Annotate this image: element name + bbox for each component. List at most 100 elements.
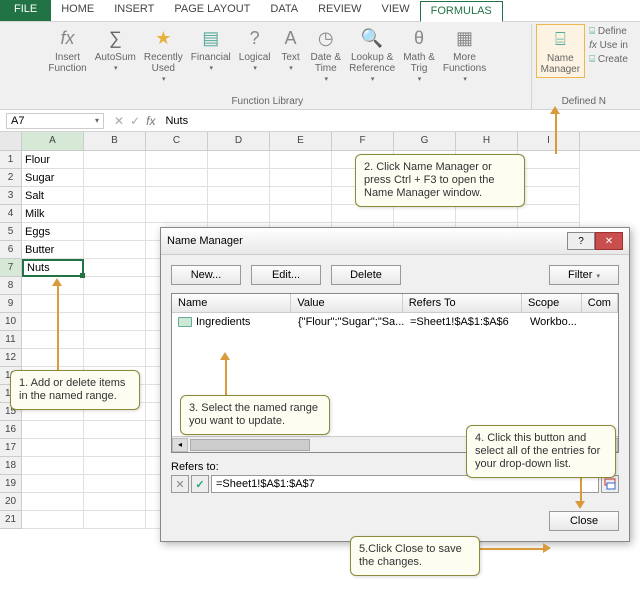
cell[interactable] [394,205,456,223]
use-in-formula-button[interactable]: fx Use in [589,40,628,51]
cell[interactable]: Milk [22,205,84,223]
cell[interactable] [84,187,146,205]
cell[interactable] [518,151,580,169]
cell[interactable] [84,295,146,313]
column-header[interactable]: H [456,132,518,150]
cell[interactable] [22,457,84,475]
row-header[interactable]: 18 [0,457,22,475]
cell[interactable] [22,313,84,331]
row-header[interactable]: 11 [0,331,22,349]
define-name-button[interactable]: ⌸ Define [589,26,628,37]
row-header[interactable]: 7 [0,259,22,277]
tab-file[interactable]: FILE [0,0,51,21]
column-header[interactable]: A [22,132,84,150]
row-header[interactable]: 4 [0,205,22,223]
cell[interactable] [84,439,146,457]
cell[interactable] [270,169,332,187]
row-header[interactable]: 10 [0,313,22,331]
cell[interactable] [22,421,84,439]
cell[interactable] [84,223,146,241]
cell[interactable]: Salt [22,187,84,205]
row-header[interactable]: 17 [0,439,22,457]
tab-view[interactable]: VIEW [372,0,420,21]
cell[interactable] [208,151,270,169]
cell[interactable] [22,475,84,493]
column-header[interactable]: C [146,132,208,150]
cell[interactable] [518,205,580,223]
row-header[interactable]: 12 [0,349,22,367]
column-header[interactable]: I [518,132,580,150]
cell[interactable] [84,259,146,277]
cell[interactable]: Sugar [22,169,84,187]
row-header[interactable]: 1 [0,151,22,169]
row-header[interactable]: 9 [0,295,22,313]
tab-review[interactable]: REVIEW [308,0,371,21]
cell[interactable] [84,349,146,367]
select-all-corner[interactable] [0,132,22,150]
cell[interactable] [208,205,270,223]
cell[interactable] [84,421,146,439]
row-header[interactable]: 19 [0,475,22,493]
cell[interactable] [84,151,146,169]
row-header[interactable]: 5 [0,223,22,241]
cell[interactable] [208,187,270,205]
close-button[interactable]: Close [549,511,619,531]
insert-function-button[interactable]: fxInsert Function [44,24,90,76]
row-header[interactable]: 2 [0,169,22,187]
new-button[interactable]: New... [171,265,241,285]
cell[interactable] [146,205,208,223]
scroll-left-icon[interactable]: ◂ [172,438,188,452]
list-item[interactable]: Ingredients {"Flour";"Sugar";"Sa... =She… [172,313,618,331]
cell[interactable] [332,205,394,223]
name-box[interactable]: A7▾ [6,113,104,129]
tab-page-layout[interactable]: PAGE LAYOUT [164,0,260,21]
cell[interactable] [518,169,580,187]
name-manager-button[interactable]: ⌸Name Manager [536,24,585,78]
row-header[interactable]: 6 [0,241,22,259]
cancel-formula-icon[interactable]: ✕ [114,114,124,128]
cell[interactable]: Flour [22,151,84,169]
refers-accept-icon[interactable]: ✓ [191,475,209,493]
dialog-titlebar[interactable]: Name Manager ? ✕ [161,228,629,255]
logical-button[interactable]: ?Logical▾ [235,24,275,76]
text-button[interactable]: AText▾ [274,24,306,76]
cell[interactable] [84,205,146,223]
delete-button[interactable]: Delete [331,265,401,285]
cell[interactable] [84,169,146,187]
row-header[interactable]: 8 [0,277,22,295]
recently-used-button[interactable]: ★Recently Used▾ [140,24,187,87]
enter-formula-icon[interactable]: ✓ [130,114,140,128]
filter-button[interactable]: Filter ▾ [549,265,619,285]
math-trig-button[interactable]: θMath & Trig▾ [399,24,439,87]
date-time-button[interactable]: ◷Date & Time▾ [306,24,345,87]
row-header[interactable]: 3 [0,187,22,205]
tab-insert[interactable]: INSERT [104,0,164,21]
row-header[interactable]: 21 [0,511,22,529]
cell[interactable] [84,313,146,331]
tab-home[interactable]: HOME [51,0,104,21]
cell[interactable] [208,169,270,187]
cell[interactable] [22,295,84,313]
create-from-selection-button[interactable]: ⌸ Create [589,54,628,65]
column-header[interactable]: E [270,132,332,150]
cell[interactable] [84,331,146,349]
column-header[interactable]: D [208,132,270,150]
column-header[interactable]: B [84,132,146,150]
cell[interactable]: Eggs [22,223,84,241]
tab-data[interactable]: DATA [260,0,308,21]
financial-button[interactable]: ▤Financial▾ [187,24,235,76]
cell[interactable] [518,187,580,205]
cell[interactable] [22,439,84,457]
row-header[interactable]: 20 [0,493,22,511]
cell[interactable] [146,169,208,187]
cell[interactable] [22,331,84,349]
cell[interactable] [146,187,208,205]
fx-icon[interactable]: fx [146,114,155,128]
column-header[interactable]: F [332,132,394,150]
cell[interactable] [84,511,146,529]
scroll-thumb[interactable] [190,439,310,451]
autosum-button[interactable]: ∑AutoSum▾ [91,24,140,76]
cell[interactable] [456,205,518,223]
help-button[interactable]: ? [567,232,595,250]
cell[interactable] [270,187,332,205]
